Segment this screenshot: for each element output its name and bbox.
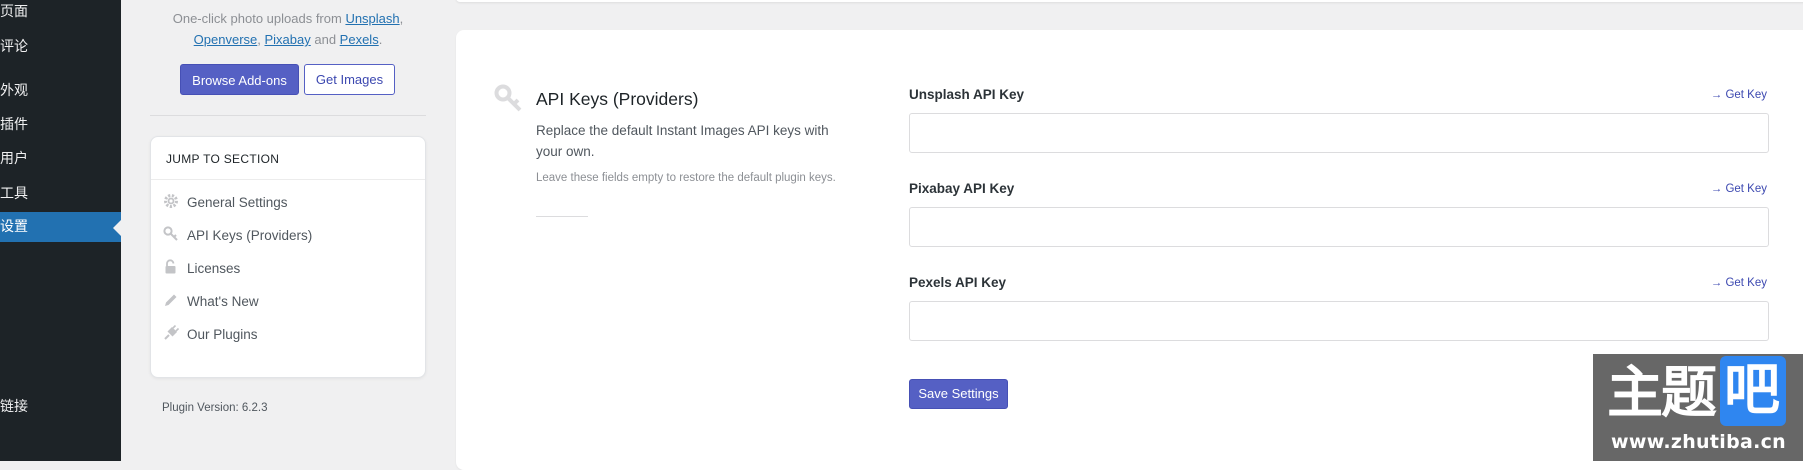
menu-item-tools[interactable]: 工具	[0, 180, 121, 208]
watermark-highlight: 吧	[1720, 356, 1786, 426]
jump-item-label: Licenses	[187, 261, 241, 276]
section-title: API Keys (Providers)	[536, 89, 699, 109]
field-label: Pexels API Key	[909, 275, 1007, 290]
unsplash-api-key-input[interactable]	[909, 113, 1769, 153]
pencil-icon	[163, 292, 179, 308]
menu-item-comments[interactable]: 评论	[0, 33, 121, 61]
menu-item-users[interactable]: 用户	[0, 145, 121, 173]
admin-sidebar: 页面 评论 外观 插件 用户 工具 设置 链接	[0, 0, 121, 461]
intro-sep: and	[310, 32, 340, 47]
menu-item-appearance[interactable]: 外观	[0, 77, 121, 105]
link-unsplash[interactable]: Unsplash	[345, 11, 399, 26]
watermark-text: 主题	[1607, 361, 1717, 426]
jump-item-whats-new[interactable]: What's New	[163, 290, 259, 314]
watermark: 主题 吧 www.zhutiba.cn	[1593, 354, 1803, 461]
intro-prefix: One-click photo uploads from	[172, 11, 346, 26]
get-key-link[interactable]: → Get Key	[1711, 89, 1767, 101]
gear-icon	[163, 193, 179, 209]
menu-item-links[interactable]: 链接	[0, 393, 121, 421]
key-icon	[494, 84, 526, 112]
menu-item-pages[interactable]: 页面	[0, 0, 121, 26]
divider	[536, 216, 588, 217]
field-label: Unsplash API Key	[909, 87, 1025, 102]
plug-icon	[163, 325, 180, 341]
get-images-button[interactable]: Get Images	[304, 64, 395, 95]
intro-buttons: Browse Add-ons Get Images	[180, 64, 420, 96]
jump-item-our-plugins[interactable]: Our Plugins	[163, 323, 258, 347]
get-key-link[interactable]: → Get Key	[1711, 183, 1767, 195]
intro-period: .	[378, 32, 383, 47]
section-description: Replace the default Instant Images API k…	[536, 123, 829, 159]
browse-addons-button[interactable]: Browse Add-ons	[180, 64, 299, 95]
get-key-link[interactable]: → Get Key	[1711, 277, 1767, 289]
previous-card-edge	[456, 0, 1803, 2]
jump-item-licenses[interactable]: Licenses	[163, 257, 240, 281]
plugin-version: Plugin Version: 6.2.3	[162, 402, 268, 414]
watermark-highlight-text: 吧	[1724, 358, 1780, 423]
watermark-url: www.zhutiba.cn	[1611, 431, 1786, 453]
jump-item-label: API Keys (Providers)	[187, 228, 313, 243]
jump-heading: JUMP TO SECTION	[166, 152, 280, 166]
pixabay-api-key-input[interactable]	[909, 207, 1769, 247]
divider	[150, 115, 426, 116]
jump-item-label: General Settings	[187, 195, 288, 210]
link-pixabay[interactable]: Pixabay	[265, 32, 311, 47]
key-icon	[163, 226, 179, 242]
jump-to-section-panel: JUMP TO SECTION General Settings API Key…	[150, 136, 426, 378]
jump-item-label: What's New	[187, 294, 259, 309]
jump-item-api-keys[interactable]: API Keys (Providers)	[163, 224, 312, 248]
link-pexels[interactable]: Pexels	[340, 32, 379, 47]
field-label: Pixabay API Key	[909, 181, 1015, 196]
intro-sep: ,	[257, 32, 265, 47]
intro-sep: ,	[399, 11, 404, 26]
link-openverse[interactable]: Openverse	[194, 32, 258, 47]
jump-item-general-settings[interactable]: General Settings	[163, 191, 288, 215]
divider	[151, 179, 425, 180]
save-settings-button[interactable]: Save Settings	[909, 379, 1008, 409]
pexels-api-key-input[interactable]	[909, 301, 1769, 341]
menu-item-plugins[interactable]: 插件	[0, 111, 121, 139]
menu-item-settings[interactable]: 设置	[0, 212, 121, 242]
intro-text: One-click photo uploads from Unsplash, O…	[150, 8, 426, 50]
lock-icon	[163, 259, 179, 275]
jump-item-label: Our Plugins	[187, 327, 258, 342]
section-note: Leave these fields empty to restore the …	[536, 172, 836, 184]
